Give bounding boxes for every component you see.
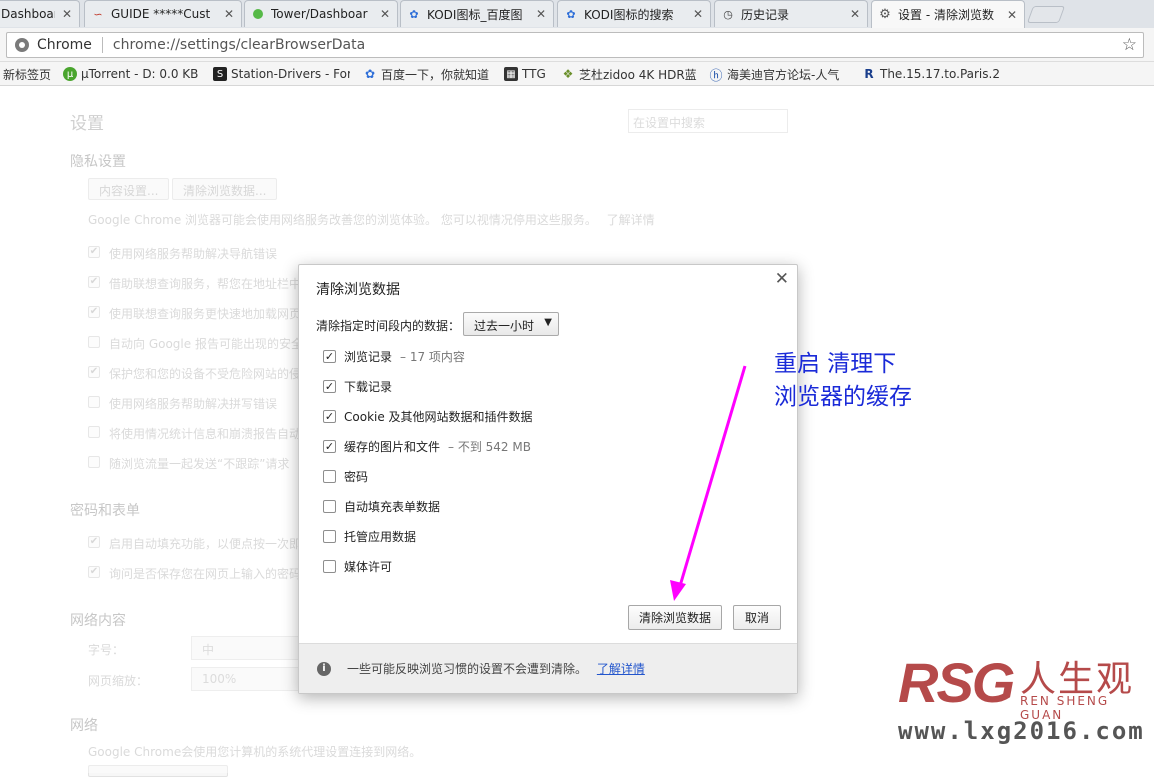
annotation-line: 浏览器的缓存 bbox=[774, 384, 912, 410]
watermark-logo: RSG bbox=[898, 651, 1015, 714]
annotation-note: 重启 清理下 浏览器的缓存 bbox=[774, 348, 912, 414]
watermark-url: www.lxg2016.com bbox=[898, 717, 1145, 745]
annotation-line: 重启 清理下 bbox=[774, 351, 897, 377]
